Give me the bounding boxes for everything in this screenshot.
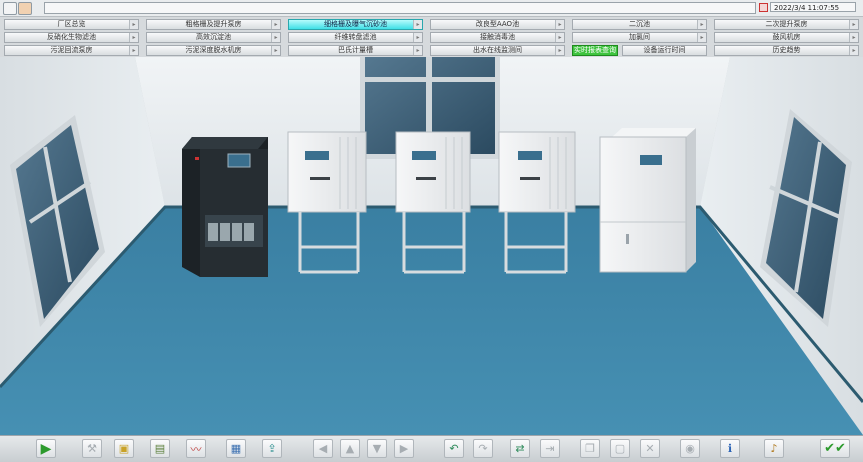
report-icon[interactable]: ▤	[150, 439, 170, 458]
realtime-report-button[interactable]: 实时报表查询	[572, 45, 618, 56]
chevron-icon: ▸	[849, 46, 858, 55]
nav-label: 纤维转盘滤池	[334, 33, 377, 41]
info-icon[interactable]: ℹ	[720, 439, 740, 458]
nav-label: 二沉池	[629, 20, 650, 28]
nav-label: 接触消毒池	[480, 33, 515, 41]
paste-icon[interactable]: ▢	[610, 439, 630, 458]
history-trend-button[interactable]: 历史趋势 ▸	[714, 45, 859, 56]
nav-aao[interactable]: 改良型AAO池 ▸	[430, 19, 565, 30]
trend-icon[interactable]: 〰	[186, 439, 206, 458]
chevron-icon: ▸	[555, 33, 564, 42]
nav-label: 二次提升泵房	[765, 20, 808, 28]
chevron-icon: ▸	[555, 46, 564, 55]
room-illustration	[0, 57, 863, 435]
address-bar	[44, 2, 756, 14]
chevron-icon: ▸	[129, 46, 138, 55]
view-icon[interactable]: ◉	[680, 439, 700, 458]
app-icon[interactable]	[3, 2, 17, 15]
nav-label: 历史趋势	[772, 46, 801, 54]
screen-next-icon[interactable]: ⇥	[540, 439, 560, 458]
nav-label: 巴氏计量槽	[338, 46, 373, 54]
sound-icon[interactable]: ♪	[764, 439, 784, 458]
clock: 2022/3/4 11:07:55	[770, 2, 856, 12]
nav-label: 设备运行时间	[643, 46, 686, 54]
alarm-icon[interactable]	[759, 3, 768, 12]
document-icon[interactable]: ▦	[226, 439, 246, 458]
nav-sludge-dewatering[interactable]: 污泥深度脱水机房 ▸	[146, 45, 281, 56]
tall-white-cabinet	[599, 128, 696, 273]
nav-effluent-monitoring[interactable]: 出水在线监测间 ▸	[430, 45, 565, 56]
chevron-icon: ▸	[129, 20, 138, 29]
bottom-toolbar: ▶ ⚒ ▣ ▤ 〰 ▦ ⇪ ◀ ▲ ▼ ▶ ↶ ↷ ⇄ ⇥ ❐ ▢ ✕ ◉ ℹ …	[0, 435, 863, 462]
nav-sludge-return[interactable]: 污泥回流泵房 ▸	[4, 45, 139, 56]
undo-icon[interactable]: ↶	[444, 439, 464, 458]
chevron-icon: ▸	[413, 46, 422, 55]
chevron-icon: ▸	[849, 33, 858, 42]
chevron-icon: ▸	[129, 33, 138, 42]
redo-icon[interactable]: ↷	[473, 439, 493, 458]
arrow-left-icon[interactable]: ◀	[313, 439, 333, 458]
nav-overview[interactable]: 厂区总览 ▸	[4, 19, 139, 30]
nav-label: 污泥深度脱水机房	[185, 46, 242, 54]
chevron-icon: ▸	[697, 33, 706, 42]
nav-label: 加氯间	[629, 33, 650, 41]
folder-icon[interactable]: ▣	[114, 439, 134, 458]
play-icon[interactable]: ▶	[36, 439, 56, 458]
nav-disinfection[interactable]: 接触消毒池 ▸	[430, 32, 565, 43]
black-analyzer-cabinet	[182, 137, 268, 277]
chevron-icon: ▸	[697, 20, 706, 29]
nav-label: 实时报表查询	[574, 46, 616, 54]
arrow-down-icon[interactable]: ▼	[367, 439, 387, 458]
nav-label: 粗格栅及提升泵房	[185, 20, 242, 28]
nav-label: 细格栅及曝气沉砂池	[324, 20, 387, 28]
arrow-right-icon[interactable]: ▶	[394, 439, 414, 458]
nav-label: 厂区总览	[57, 20, 86, 28]
nav-lift-pump[interactable]: 二次提升泵房 ▸	[714, 19, 859, 30]
equipment-runtime-button[interactable]: 设备运行时间	[622, 45, 707, 56]
chevron-icon: ▸	[271, 33, 280, 42]
title-strip: 2022/3/4 11:07:55	[0, 0, 863, 17]
nav-chlorination[interactable]: 加氯间 ▸	[572, 32, 707, 43]
confirm-icon[interactable]: ✔✔	[820, 439, 850, 458]
arrow-up-icon[interactable]: ▲	[340, 439, 360, 458]
monitoring-room-scene	[0, 57, 863, 435]
nav-blower-room[interactable]: 鼓风机房 ▸	[714, 32, 859, 43]
nav-secondary-clarifier[interactable]: 二沉池 ▸	[572, 19, 707, 30]
delete-icon[interactable]: ✕	[640, 439, 660, 458]
chevron-icon: ▸	[849, 20, 858, 29]
screen-switch-icon[interactable]: ⇄	[510, 439, 530, 458]
chevron-icon: ▸	[555, 20, 564, 29]
nav-label: 污泥回流泵房	[50, 46, 93, 54]
nav-parshall-flume[interactable]: 巴氏计量槽 ▸	[288, 45, 423, 56]
chevron-icon: ▸	[271, 20, 280, 29]
nav-label: 高效沉淀池	[196, 33, 231, 41]
export-icon[interactable]: ⇪	[262, 439, 282, 458]
nav-label: 改良型AAO池	[475, 20, 520, 28]
copy-icon[interactable]: ❐	[580, 439, 600, 458]
palette-icon[interactable]	[18, 2, 32, 15]
nav-fiber-disc-filter[interactable]: 纤维转盘滤池 ▸	[288, 32, 423, 43]
tools-icon[interactable]: ⚒	[82, 439, 102, 458]
nav-label: 出水在线监测间	[473, 46, 522, 54]
navigation-grid: 厂区总览 ▸ 粗格栅及提升泵房 ▸ 细格栅及曝气沉砂池 ▸ 改良型AAO池 ▸ 二沉池 ▸…	[0, 17, 863, 57]
chevron-icon: ▸	[271, 46, 280, 55]
nav-label: 反硝化生物滤池	[47, 33, 96, 41]
nav-coarse-screen[interactable]: 粗格栅及提升泵房 ▸	[146, 19, 281, 30]
nav-label: 鼓风机房	[772, 33, 801, 41]
nav-denitrification-filter[interactable]: 反硝化生物滤池 ▸	[4, 32, 139, 43]
chevron-icon: ▸	[413, 33, 422, 42]
nav-sedimentation[interactable]: 高效沉淀池 ▸	[146, 32, 281, 43]
chevron-icon: ▸	[413, 20, 422, 29]
nav-fine-screen[interactable]: 细格栅及曝气沉砂池 ▸	[288, 19, 423, 30]
